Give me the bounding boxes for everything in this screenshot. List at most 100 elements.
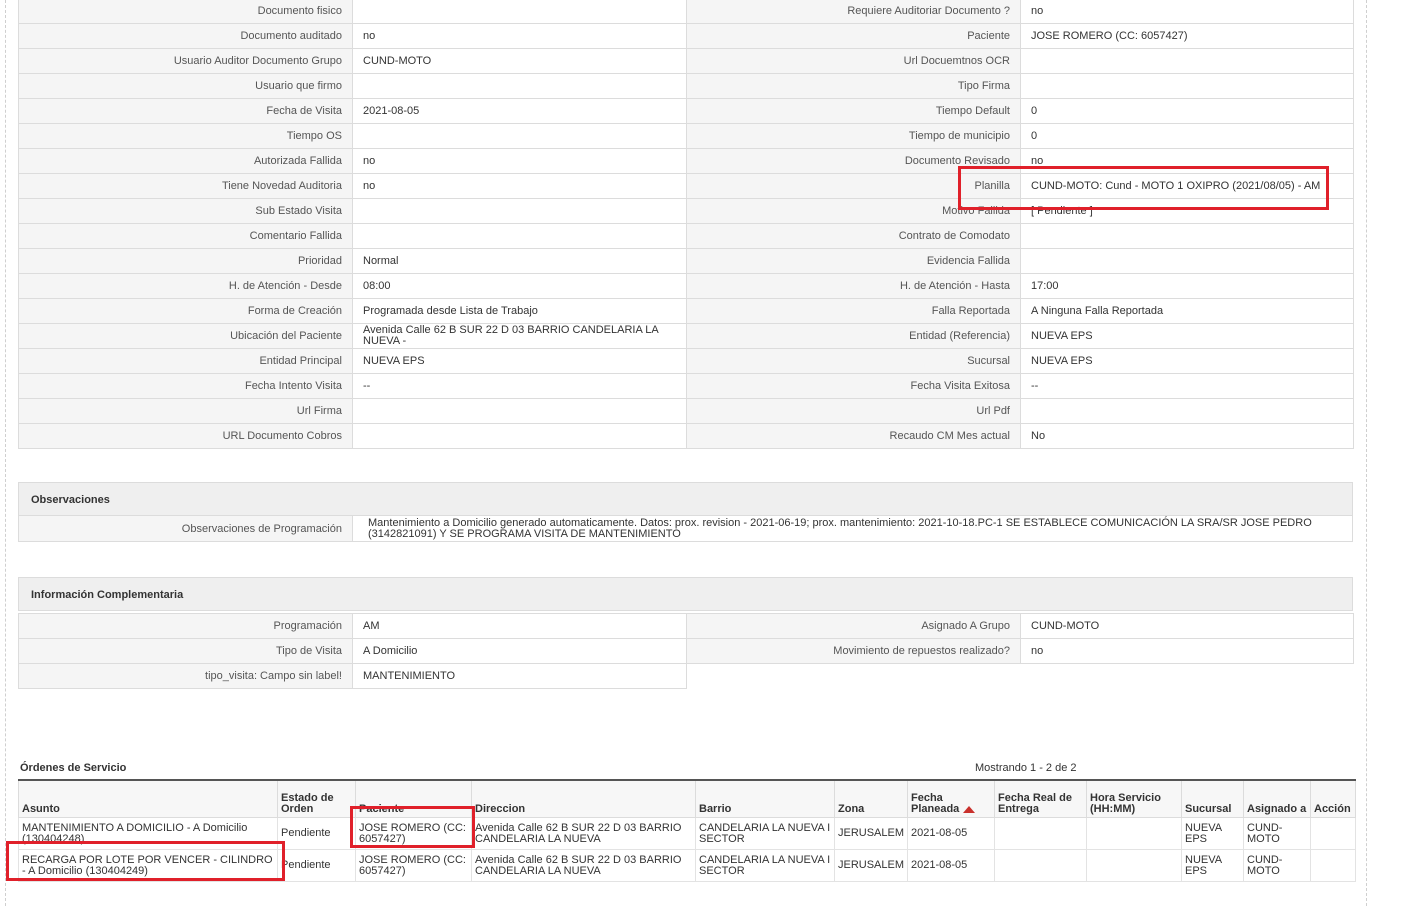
detail-row: URL Documento Cobros Recaudo CM Mes actua… <box>18 423 1354 449</box>
field-label: Url Docuemtnos OCR <box>686 48 1021 74</box>
page-border-right <box>1366 0 1367 906</box>
table-row[interactable]: MANTENIMIENTO A DOMICILIO - A Domicilio … <box>18 817 1356 850</box>
table-cell: Avenida Calle 62 B SUR 22 D 03 BARRIO CA… <box>471 817 696 850</box>
field-label: Motivo Fallida <box>686 198 1021 224</box>
column-header[interactable]: Direccion <box>471 779 696 818</box>
field-label: Tiempo de municipio <box>686 123 1021 149</box>
field-value <box>1020 398 1354 424</box>
detail-row: Url Firma Url Pdf <box>18 398 1354 424</box>
field-value: 08:00 <box>352 273 687 299</box>
column-header[interactable]: Asignado a <box>1243 779 1311 818</box>
empty-cell <box>687 664 1354 689</box>
column-header[interactable]: Estado de Orden <box>277 779 356 818</box>
field-label: Fecha Intento Visita <box>18 373 353 399</box>
column-header-label: Paciente <box>359 803 405 815</box>
field-value: 0 <box>1020 123 1354 149</box>
column-header[interactable]: Zona <box>834 779 908 818</box>
field-label: Entidad (Referencia) <box>686 323 1021 349</box>
table-cell <box>1086 849 1182 882</box>
table-row[interactable]: RECARGA POR LOTE POR VENCER - CILINDRO -… <box>18 849 1356 882</box>
field-label: H. de Atención - Hasta <box>686 273 1021 299</box>
field-value <box>352 0 687 24</box>
field-value: [ Pendiente ] <box>1020 198 1354 224</box>
detail-row: Forma de Creación Programada desde Lista … <box>18 298 1354 324</box>
field-value: Programada desde Lista de Trabajo <box>352 298 687 324</box>
field-label: Tiempo OS <box>18 123 353 149</box>
column-header[interactable]: Asunto <box>18 779 278 818</box>
field-label: Documento auditado <box>18 23 353 49</box>
field-label: Forma de Creación <box>18 298 353 324</box>
table-cell: MANTENIMIENTO A DOMICILIO - A Domicilio … <box>18 817 278 850</box>
field-label: tipo_visita: Campo sin label! <box>18 663 353 689</box>
field-label: Programación <box>18 613 353 639</box>
table-cell: JERUSALEM <box>834 849 908 882</box>
field-label: Documento fisico <box>18 0 353 24</box>
field-value: NUEVA EPS <box>352 348 687 374</box>
ordenes-table: Asunto Estado de Orden Paciente Direccion Ba… <box>18 779 1356 882</box>
table-cell: 2021-08-05 <box>907 849 995 882</box>
field-label: Tipo de Visita <box>18 638 353 664</box>
column-header[interactable]: Acción <box>1310 779 1356 818</box>
complementaria-table: Programación AM Asignado A Grupo CUND-MOTO T… <box>18 613 1354 689</box>
detail-row: Prioridad Normal Evidencia Fallida <box>18 248 1354 274</box>
column-header[interactable]: Sucursal <box>1181 779 1244 818</box>
page-border-left <box>5 0 6 906</box>
detail-row: Documento auditado no Paciente JOSE ROMERO … <box>18 23 1354 49</box>
complementaria-row: Tipo de Visita A Domicilio Movimiento de r… <box>18 638 1354 664</box>
field-label: URL Documento Cobros <box>18 423 353 449</box>
detail-row: Fecha Intento Visita -- Fecha Visita Exito… <box>18 373 1354 399</box>
table-cell: RECARGA POR LOTE POR VENCER - CILINDRO -… <box>18 849 278 882</box>
field-value <box>1020 248 1354 274</box>
field-label: Usuario Auditor Documento Grupo <box>18 48 353 74</box>
table-cell: CUND-MOTO <box>1243 817 1311 850</box>
table-cell <box>1310 849 1356 882</box>
field-label: Falla Reportada <box>686 298 1021 324</box>
field-label: Ubicación del Paciente <box>18 323 353 349</box>
table-cell: JERUSALEM <box>834 817 908 850</box>
field-value: MANTENIMIENTO <box>352 663 687 689</box>
field-value: CUND-MOTO: Cund - MOTO 1 OXIPRO (2021/08… <box>1020 173 1354 199</box>
detail-row: Fecha de Visita 2021-08-05 Tiempo Default 0 <box>18 98 1354 124</box>
column-header[interactable]: Fecha Planeada <box>907 779 995 818</box>
complementaria-row: Programación AM Asignado A Grupo CUND-MOTO <box>18 613 1354 639</box>
observaciones-row: Observaciones de Programación Mantenimie… <box>18 516 1353 542</box>
complementaria-section: Información Complementaria <box>18 577 1353 611</box>
field-label: Planilla <box>686 173 1021 199</box>
field-value: JOSE ROMERO (CC: 6057427) <box>1020 23 1354 49</box>
field-value <box>352 398 687 424</box>
ordenes-count: Mostrando 1 - 2 de 2 <box>975 762 1077 774</box>
field-label: Url Pdf <box>686 398 1021 424</box>
table-cell <box>994 849 1087 882</box>
field-value: A Ninguna Falla Reportada <box>1020 298 1354 324</box>
field-value: no <box>1020 0 1354 24</box>
field-label: Tipo Firma <box>686 73 1021 99</box>
table-cell: Pendiente <box>277 849 356 882</box>
field-value: -- <box>1020 373 1354 399</box>
field-label: Documento Revisado <box>686 148 1021 174</box>
column-header[interactable]: Barrio <box>695 779 835 818</box>
detail-row: Autorizada Fallida no Documento Revisado no <box>18 148 1354 174</box>
field-value <box>352 423 687 449</box>
field-value: no <box>352 173 687 199</box>
field-label: Autorizada Fallida <box>18 148 353 174</box>
column-header[interactable]: Fecha Real de Entrega <box>994 779 1087 818</box>
field-value: no <box>1020 638 1354 664</box>
field-value <box>352 123 687 149</box>
field-label: Usuario que firmo <box>18 73 353 99</box>
detail-row: Tiene Novedad Auditoria no Planilla CUND-MO… <box>18 173 1354 199</box>
field-value <box>1020 73 1354 99</box>
field-value <box>1020 48 1354 74</box>
table-cell: Avenida Calle 62 B SUR 22 D 03 BARRIO CA… <box>471 849 696 882</box>
column-header[interactable]: Hora Servicio (HH:MM) <box>1086 779 1182 818</box>
field-label: Paciente <box>686 23 1021 49</box>
table-cell: CANDELARIA LA NUEVA I SECTOR <box>695 817 835 850</box>
field-label: Recaudo CM Mes actual <box>686 423 1021 449</box>
table-cell: CUND-MOTO <box>1243 849 1311 882</box>
field-value <box>352 223 687 249</box>
column-header[interactable]: Paciente <box>355 779 472 818</box>
detail-table: Documento fisico Requiere Auditoriar Docu… <box>18 0 1354 449</box>
table-cell: CANDELARIA LA NUEVA I SECTOR <box>695 849 835 882</box>
field-label: Tiene Novedad Auditoria <box>18 173 353 199</box>
field-value: NUEVA EPS <box>1020 323 1354 349</box>
field-label: Asignado A Grupo <box>686 613 1021 639</box>
